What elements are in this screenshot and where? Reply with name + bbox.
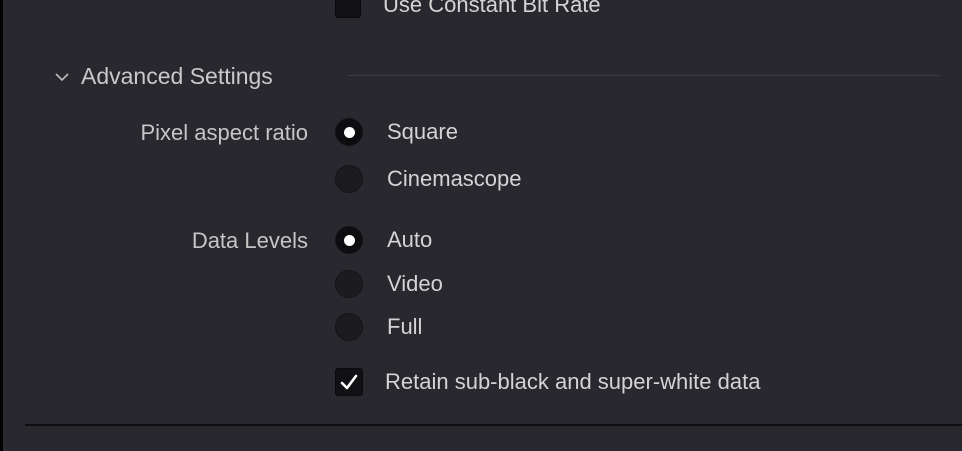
retain-sub-black-label: Retain sub-black and super-white data <box>385 369 761 394</box>
section-divider <box>348 75 939 76</box>
radio-selected-dot <box>343 126 355 138</box>
use-constant-bit-rate-row[interactable]: Use Constant Bit Rate <box>335 0 601 18</box>
video-label: Video <box>387 271 443 296</box>
checkmark-icon <box>339 372 359 392</box>
retain-sub-black-row[interactable]: Retain sub-black and super-white data <box>335 368 760 396</box>
section-title: Advanced Settings <box>81 63 273 89</box>
advanced-settings-panel: Use Constant Bit Rate Advanced Settings … <box>3 0 962 451</box>
radio-option-square[interactable]: Square <box>335 118 458 146</box>
square-label: Square <box>387 119 458 144</box>
auto-label: Auto <box>387 227 433 252</box>
auto-radio[interactable] <box>335 226 363 254</box>
chevron-down-icon[interactable] <box>53 70 71 84</box>
section-header[interactable]: Advanced Settings <box>53 63 273 90</box>
cinemascope-radio[interactable] <box>335 165 363 193</box>
full-label: Full <box>387 314 423 339</box>
cinemascope-label: Cinemascope <box>387 166 522 191</box>
use-constant-bit-rate-checkbox[interactable] <box>335 0 361 18</box>
radio-option-cinemascope[interactable]: Cinemascope <box>335 165 522 193</box>
bottom-divider <box>25 424 962 426</box>
pixel-aspect-ratio-label-wrap: Pixel aspect ratio <box>3 120 308 148</box>
radio-selected-dot <box>343 234 355 246</box>
radio-option-video[interactable]: Video <box>335 270 443 298</box>
radio-option-auto[interactable]: Auto <box>335 226 432 254</box>
square-radio[interactable] <box>335 118 363 146</box>
data-levels-label: Data Levels <box>191 228 308 253</box>
full-radio[interactable] <box>335 313 363 341</box>
use-constant-bit-rate-label: Use Constant Bit Rate <box>383 0 601 17</box>
data-levels-label-wrap: Data Levels <box>3 228 308 256</box>
video-radio[interactable] <box>335 270 363 298</box>
pixel-aspect-ratio-label: Pixel aspect ratio <box>140 120 308 145</box>
retain-sub-black-checkbox[interactable] <box>335 368 363 396</box>
radio-option-full[interactable]: Full <box>335 313 422 341</box>
